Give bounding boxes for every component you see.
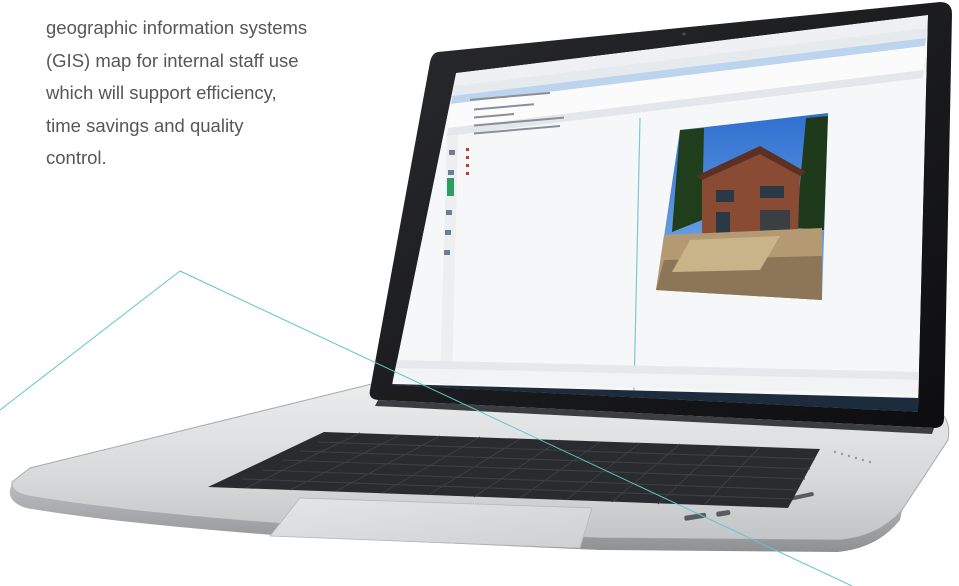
screen <box>392 15 928 412</box>
house-photo <box>656 113 828 300</box>
webcam-icon <box>682 32 686 36</box>
laptop-illustration <box>0 2 953 586</box>
